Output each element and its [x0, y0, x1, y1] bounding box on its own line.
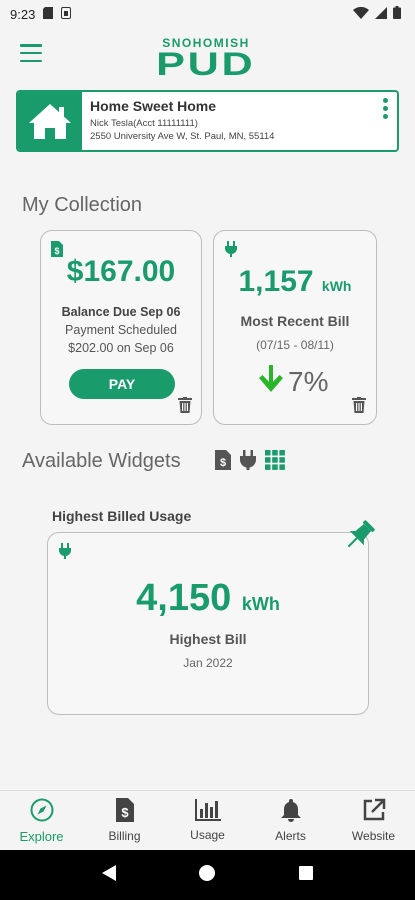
trash-icon[interactable] — [178, 397, 192, 413]
my-collection-title: My Collection — [22, 194, 143, 216]
scheduled-amount: $202.00 on Sep 06 — [68, 341, 174, 355]
account-card[interactable]: Home Sweet Home Nick Tesla(Acct 11111111… — [16, 90, 399, 152]
most-recent-bill-label: Most Recent Bill — [240, 313, 350, 329]
available-widgets-title: Available Widgets — [22, 450, 181, 472]
svg-text:$: $ — [220, 457, 226, 469]
nav-billing[interactable]: $ Billing — [83, 791, 166, 850]
menu-button[interactable] — [20, 44, 42, 62]
plug-filter-icon[interactable] — [239, 450, 257, 475]
usage-change: 7% — [258, 365, 328, 398]
house-icon — [18, 92, 82, 150]
plug-icon — [224, 241, 238, 262]
nav-website[interactable]: Website — [332, 791, 415, 850]
battery-icon — [393, 6, 401, 22]
highest-usage-widget[interactable]: 4,150 kWh Highest Bill Jan 2022 — [47, 532, 369, 715]
arrow-down-icon — [258, 365, 284, 398]
nav-explore[interactable]: Explore — [0, 791, 83, 850]
balance-widget[interactable]: $ $167.00 Balance Due Sep 06 Payment Sch… — [40, 230, 202, 425]
compass-icon — [30, 798, 54, 825]
account-address: 2550 University Ave W, St. Paul, MN, 551… — [90, 131, 275, 142]
account-name: Home Sweet Home — [90, 98, 217, 114]
home-icon[interactable] — [198, 864, 216, 887]
sim-icon — [61, 6, 72, 22]
back-icon[interactable] — [101, 864, 117, 887]
sd-card-icon — [43, 6, 54, 22]
bill-period: (07/15 - 08/11) — [256, 338, 334, 352]
bill-icon: $ — [115, 798, 134, 825]
recent-usage-widget[interactable]: 1,157 kWh Most Recent Bill (07/15 - 08/1… — [213, 230, 377, 425]
svg-text:$: $ — [121, 805, 129, 820]
bell-icon — [280, 798, 302, 825]
nav-usage[interactable]: Usage — [166, 791, 249, 850]
highest-bill-label: Highest Bill — [169, 631, 247, 647]
wifi-icon — [353, 6, 369, 22]
plug-icon — [58, 543, 72, 564]
balance-amount: $167.00 — [66, 255, 176, 288]
payment-scheduled: Payment Scheduled — [65, 323, 177, 337]
pay-button[interactable]: PAY — [69, 369, 175, 399]
widget-filter-bar: $ — [215, 450, 285, 475]
grid-filter-icon[interactable] — [265, 450, 285, 475]
highest-bill-date: Jan 2022 — [183, 656, 233, 670]
status-bar: 9:23 — [0, 0, 415, 28]
bottom-navigation: Explore $ Billing Usage Alerts Website — [0, 790, 415, 850]
snohomish-pud-logo: SNOHOMISH PUD — [156, 36, 256, 82]
balance-due: Balance Due Sep 06 — [61, 305, 181, 319]
trash-icon[interactable] — [352, 397, 366, 413]
recents-icon[interactable] — [298, 865, 314, 886]
highest-usage-value: 4,150 kWh — [136, 577, 280, 619]
account-holder: Nick Tesla(Acct 11111111) — [90, 118, 198, 129]
external-link-icon — [362, 798, 386, 825]
system-navigation-bar — [0, 850, 415, 900]
bill-filter-icon[interactable]: $ — [215, 450, 231, 475]
app-header: SNOHOMISH PUD — [0, 30, 415, 86]
nav-alerts[interactable]: Alerts — [249, 791, 332, 850]
pin-icon[interactable] — [340, 517, 378, 560]
more-options-icon[interactable] — [383, 98, 389, 119]
recent-usage-value: 1,157 kWh — [238, 265, 352, 298]
signal-icon — [375, 6, 387, 22]
highest-billed-usage-title: Highest Billed Usage — [52, 508, 192, 524]
status-time: 9:23 — [10, 6, 36, 22]
bar-chart-icon — [194, 799, 221, 824]
